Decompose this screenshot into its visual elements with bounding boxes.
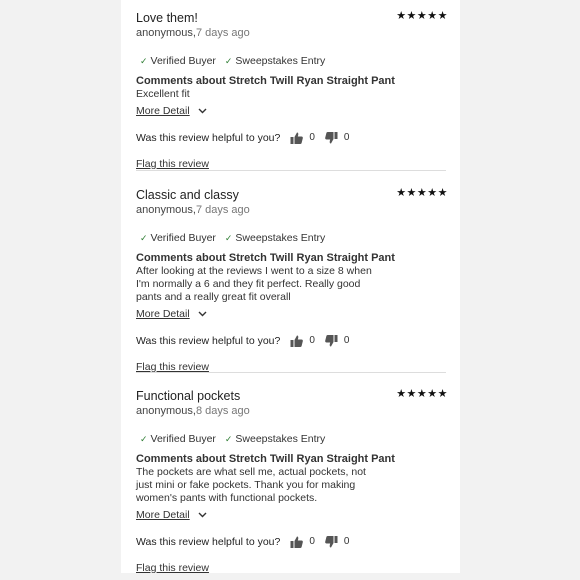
thumbs-up-icon (290, 335, 304, 347)
review-body: After looking at the reviews I went to a… (136, 265, 372, 303)
review-badges: ✓ Verified Buyer ✓ Sweepstakes Entry (140, 231, 446, 245)
thumbs-up-button[interactable]: 0 (290, 535, 315, 549)
helpful-up-count: 0 (309, 536, 315, 547)
chevron-down-icon (198, 307, 207, 321)
review-card: ★★★★★ Classic and classy anonymous,7 day… (136, 186, 448, 374)
review-badges: ✓ Verified Buyer ✓ Sweepstakes Entry (140, 54, 446, 68)
check-icon: ✓ (140, 56, 148, 66)
thumbs-up-button[interactable]: 0 (290, 131, 315, 145)
comments-heading: Comments about Stretch Twill Ryan Straig… (136, 75, 395, 87)
flag-review-link[interactable]: Flag this review (136, 157, 446, 171)
helpful-prompt: Was this review helpful to you? (136, 335, 281, 347)
review-body: The pockets are what sell me, actual poc… (136, 466, 366, 504)
thumbs-down-icon (325, 335, 338, 347)
sweepstakes-badge: ✓ Sweepstakes Entry (224, 232, 326, 244)
thumbs-up-icon (290, 536, 304, 548)
chevron-down-icon (198, 508, 207, 522)
check-icon: ✓ (140, 233, 148, 243)
star-rating: ★★★★★ (396, 9, 448, 22)
review-meta: anonymous,8 days ago (136, 404, 446, 418)
more-detail-toggle[interactable]: More Detail (136, 307, 207, 321)
thumbs-down-icon (325, 132, 338, 144)
review-body: Excellent fit (136, 88, 190, 100)
helpful-up-count: 0 (309, 132, 315, 143)
review-divider (136, 372, 446, 373)
helpful-row: Was this review helpful to you? 0 0 (136, 334, 446, 348)
helpful-down-count: 0 (343, 536, 350, 547)
review-card: ★★★★★ Functional pockets anonymous,8 day… (136, 387, 448, 575)
helpful-up-count: 0 (309, 335, 315, 346)
helpful-down-count: 0 (343, 335, 350, 346)
review-badges: ✓ Verified Buyer ✓ Sweepstakes Entry (140, 432, 446, 446)
sweepstakes-badge: ✓ Sweepstakes Entry (224, 55, 326, 67)
review-date: 8 days ago (195, 405, 250, 417)
check-icon: ✓ (140, 434, 148, 444)
flag-review-link[interactable]: Flag this review (136, 561, 446, 575)
thumbs-down-button[interactable]: 0 (325, 334, 350, 348)
check-icon: ✓ (224, 434, 233, 444)
verified-buyer-badge: ✓ Verified Buyer (140, 232, 216, 244)
review-meta: anonymous,7 days ago (136, 203, 446, 217)
review-author: anonymous, (136, 405, 196, 417)
thumbs-down-button[interactable]: 0 (325, 131, 350, 145)
review-date: 7 days ago (195, 27, 250, 39)
thumbs-down-icon (325, 536, 338, 548)
more-detail-toggle[interactable]: More Detail (136, 104, 207, 118)
review-divider (136, 170, 446, 171)
sweepstakes-badge: ✓ Sweepstakes Entry (224, 433, 326, 445)
verified-buyer-badge: ✓ Verified Buyer (140, 55, 216, 67)
verified-buyer-badge: ✓ Verified Buyer (140, 433, 216, 445)
review-card: ★★★★★ Love them! anonymous,7 days ago ✓ V… (136, 9, 448, 171)
check-icon: ✓ (224, 233, 233, 243)
star-rating: ★★★★★ (396, 387, 448, 400)
helpful-prompt: Was this review helpful to you? (136, 536, 281, 548)
star-rating: ★★★★★ (396, 186, 448, 199)
review-author: anonymous, (136, 204, 196, 216)
helpful-row: Was this review helpful to you? 0 0 (136, 131, 446, 145)
review-author: anonymous, (136, 27, 196, 39)
thumbs-up-icon (290, 132, 304, 144)
thumbs-down-button[interactable]: 0 (325, 535, 350, 549)
thumbs-up-button[interactable]: 0 (290, 334, 315, 348)
helpful-down-count: 0 (343, 132, 350, 143)
check-icon: ✓ (224, 56, 233, 66)
review-date: 7 days ago (195, 204, 250, 216)
helpful-row: Was this review helpful to you? 0 0 (136, 535, 446, 549)
comments-heading: Comments about Stretch Twill Ryan Straig… (136, 453, 395, 465)
chevron-down-icon (198, 104, 207, 118)
more-detail-toggle[interactable]: More Detail (136, 508, 207, 522)
helpful-prompt: Was this review helpful to you? (136, 132, 281, 144)
comments-heading: Comments about Stretch Twill Ryan Straig… (136, 252, 395, 264)
review-meta: anonymous,7 days ago (136, 26, 446, 40)
